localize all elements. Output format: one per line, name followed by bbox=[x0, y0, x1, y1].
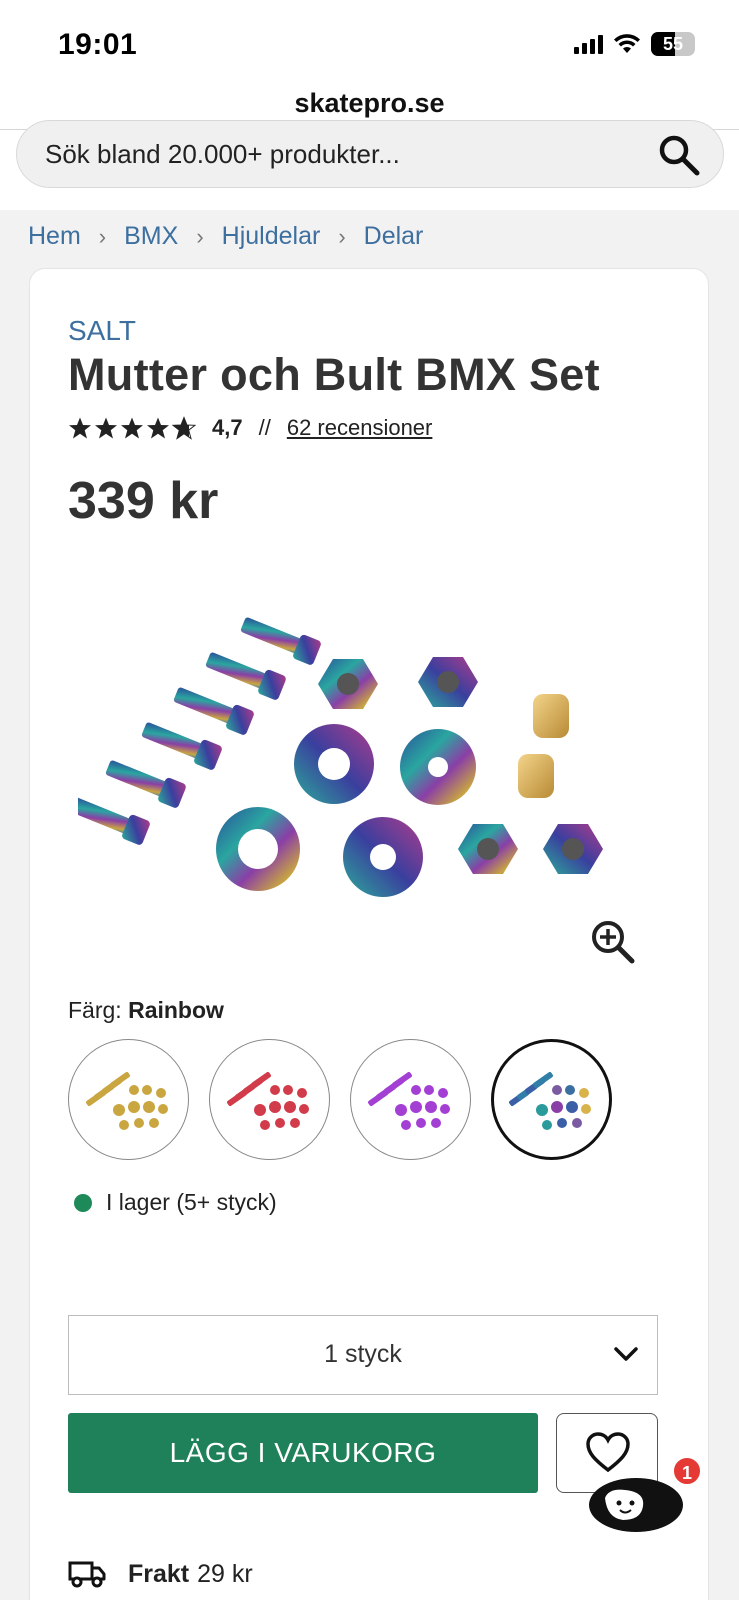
in-stock-dot-icon bbox=[74, 1193, 92, 1212]
breadcrumb-item-hjuldelar[interactable]: Hjuldelar bbox=[222, 222, 321, 251]
chevron-right-icon: › bbox=[338, 223, 346, 249]
star-icon bbox=[121, 417, 143, 439]
stock-text: I lager (5+ styck) bbox=[106, 1189, 277, 1215]
swatch-rainbow[interactable] bbox=[491, 1039, 612, 1160]
bolts bbox=[78, 617, 321, 845]
search-icon[interactable] bbox=[657, 133, 701, 177]
battery-icon: 55 bbox=[651, 32, 695, 56]
star-icon bbox=[95, 417, 117, 439]
chevron-right-icon: › bbox=[196, 223, 204, 249]
quantity-value: 1 styck bbox=[324, 1340, 402, 1368]
gold-caps bbox=[518, 694, 569, 798]
breadcrumb-item-hem[interactable]: Hem bbox=[28, 222, 81, 251]
rainbow-set-thumbnail bbox=[508, 1071, 591, 1130]
breadcrumb-item-bmx[interactable]: BMX bbox=[124, 222, 178, 251]
product-image[interactable] bbox=[78, 599, 658, 899]
color-selected-name: Rainbow bbox=[128, 997, 224, 1023]
clock: 19:01 bbox=[58, 28, 138, 61]
rating-separator: // bbox=[258, 415, 271, 440]
search-bar bbox=[16, 120, 724, 188]
red-set-thumbnail bbox=[226, 1071, 309, 1130]
shipping-info: Frakt 29 kr bbox=[68, 1559, 253, 1589]
heart-icon bbox=[586, 1432, 630, 1472]
swatch-gold[interactable] bbox=[68, 1039, 189, 1160]
star-half-icon bbox=[172, 416, 196, 440]
product-title: Mutter och Bult BMX Set bbox=[68, 349, 600, 400]
breadcrumb-item-delar[interactable]: Delar bbox=[364, 222, 424, 251]
search-input[interactable] bbox=[45, 135, 625, 173]
rating-stars bbox=[68, 416, 196, 440]
color-label-prefix: Färg: bbox=[68, 997, 122, 1023]
battery-level: 55 bbox=[662, 33, 684, 54]
shipping-label: Frakt bbox=[128, 1559, 190, 1588]
stock-status: I lager (5+ styck) bbox=[74, 1189, 277, 1216]
color-swatches bbox=[68, 1039, 612, 1160]
search-section bbox=[0, 120, 739, 210]
cellular-signal-icon bbox=[574, 34, 603, 54]
product-price: 339 kr bbox=[68, 472, 219, 530]
zoom-in-icon[interactable] bbox=[590, 919, 636, 965]
star-icon bbox=[69, 417, 91, 439]
chat-notification-badge: 1 bbox=[672, 1456, 702, 1486]
chevron-right-icon: › bbox=[98, 223, 107, 249]
truck-icon bbox=[68, 1561, 106, 1588]
product-rating: 4,7 // 62 recensioner bbox=[68, 415, 432, 441]
purple-set-thumbnail bbox=[367, 1071, 450, 1130]
add-to-cart-button[interactable]: LÄGG I VARUKORG bbox=[68, 1413, 538, 1493]
shipping-value: 29 kr bbox=[197, 1559, 253, 1588]
status-icons: 55 bbox=[574, 32, 695, 56]
reviews-link[interactable]: 62 recensioner bbox=[287, 415, 433, 441]
star-icon bbox=[147, 417, 169, 439]
swatch-red[interactable] bbox=[209, 1039, 330, 1160]
color-label: Färg: Rainbow bbox=[68, 997, 224, 1024]
breadcrumb: Hem › BMX › Hjuldelar › Delar bbox=[28, 222, 423, 251]
status-bar: 19:01 55 bbox=[0, 0, 739, 80]
swatch-purple[interactable] bbox=[350, 1039, 471, 1160]
product-brand[interactable]: SALT bbox=[68, 315, 136, 347]
rating-score: 4,7 bbox=[212, 415, 243, 440]
gold-set-thumbnail bbox=[85, 1071, 168, 1130]
chat-widget-icon[interactable] bbox=[587, 1476, 685, 1534]
chevron-down-icon bbox=[614, 1347, 638, 1361]
url-text: skatepro.se bbox=[294, 88, 445, 118]
quantity-select[interactable]: 1 styck bbox=[68, 1315, 658, 1395]
washers bbox=[216, 724, 476, 897]
wifi-icon bbox=[614, 34, 640, 53]
product-card: SALT Mutter och Bult BMX Set 4,7 // 62 r… bbox=[29, 268, 709, 1600]
